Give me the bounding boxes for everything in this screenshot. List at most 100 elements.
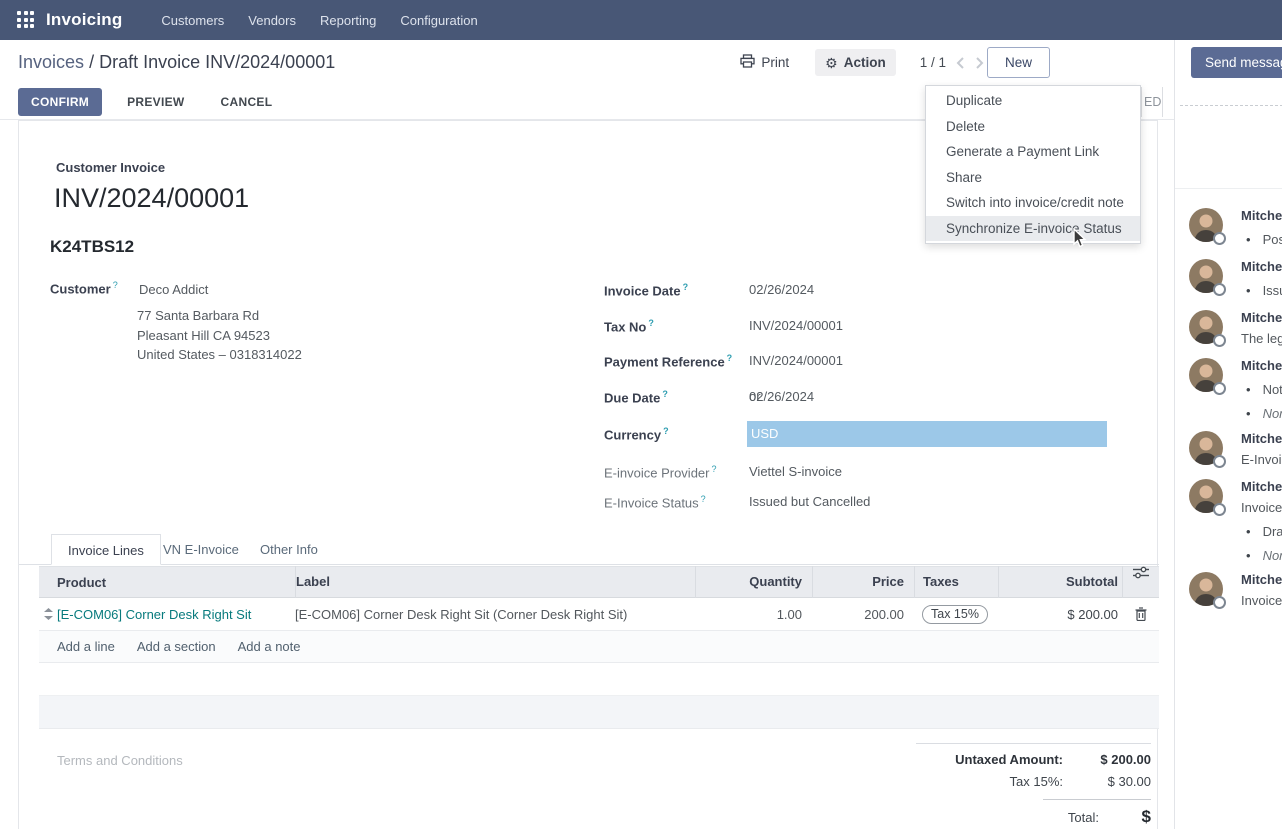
line-subtotal: $ 200.00 <box>998 607 1122 622</box>
header-product[interactable]: Product <box>57 567 295 598</box>
menu-item-generate-payment-link[interactable]: Generate a Payment Link <box>926 139 1140 165</box>
field-tax-no: Tax No? INV/2024/00001 <box>604 318 1149 338</box>
help-icon: ? <box>683 282 689 292</box>
mouse-cursor-icon <box>1068 228 1088 253</box>
chatter-divider-dashed <box>1180 105 1282 106</box>
top-navbar: Invoicing Customers Vendors Reporting Co… <box>0 0 1282 40</box>
add-a-line-link[interactable]: Add a line <box>57 639 115 654</box>
chatter-message: Mitchell •Post <box>1189 208 1282 247</box>
customer-label: Customer? <box>50 280 118 296</box>
line-label[interactable]: [E-COM06] Corner Desk Right Sit (Corner … <box>295 607 695 622</box>
invoicing-app: Invoicing Customers Vendors Reporting Co… <box>0 0 1282 829</box>
chevron-right-icon[interactable] <box>975 56 984 70</box>
avatar <box>1189 358 1223 392</box>
notebook-tabs: Invoice Lines VN E-Invoice Other Info <box>19 534 1159 565</box>
print-button[interactable]: Print <box>730 48 799 77</box>
chatter-panel: Send message Mitchell •Post Mitchell •Is… <box>1174 40 1282 829</box>
help-icon: ? <box>727 353 733 363</box>
menu-item-share[interactable]: Share <box>926 165 1140 191</box>
total-label: Total: <box>1043 810 1099 825</box>
cancel-button[interactable]: CANCEL <box>210 88 284 116</box>
confirm-button[interactable]: CONFIRM <box>18 88 102 116</box>
empty-line-row <box>39 696 1159 729</box>
avatar <box>1189 572 1223 606</box>
totals-block: Untaxed Amount: $ 200.00 Tax 15%: $ 30.0… <box>916 743 1151 829</box>
status-badge-icon <box>1213 382 1226 395</box>
tax-no-input[interactable]: INV/2024/00001 <box>749 318 843 333</box>
avatar <box>1189 310 1223 344</box>
add-a-note-link[interactable]: Add a note <box>238 639 301 654</box>
header-quantity[interactable]: Quantity <box>695 566 812 598</box>
chatter-message: Mitchell •Issue <box>1189 259 1282 298</box>
optional-columns-icon[interactable] <box>1122 566 1159 598</box>
invoice-number: INV/2024/00001 <box>54 183 249 214</box>
nav-item-customers[interactable]: Customers <box>149 2 236 39</box>
header-label[interactable]: Label <box>295 566 695 598</box>
menu-item-synchronize-einvoice-status[interactable]: Synchronize E-invoice Status <box>926 216 1140 242</box>
action-dropdown-menu: Duplicate Delete Generate a Payment Link… <box>925 85 1141 244</box>
apps-grid-icon[interactable] <box>17 11 35 29</box>
line-price[interactable]: 200.00 <box>812 607 914 622</box>
app-name[interactable]: Invoicing <box>46 10 122 30</box>
avatar <box>1189 431 1223 465</box>
nav-item-configuration[interactable]: Configuration <box>388 2 489 39</box>
header-taxes[interactable]: Taxes <box>914 566 998 598</box>
nav-item-vendors[interactable]: Vendors <box>236 2 308 39</box>
customer-name-field[interactable]: Deco Addict <box>139 282 208 297</box>
tab-invoice-lines[interactable]: Invoice Lines <box>51 534 161 565</box>
tab-vn-einvoice[interactable]: VN E-Invoice <box>147 534 255 565</box>
new-button[interactable]: New <box>987 47 1050 78</box>
chatter-message: Mitchell Invoice C <box>1189 572 1282 608</box>
invoice-line-row: [E-COM06] Corner Desk Right Sit [E-COM06… <box>39 598 1159 631</box>
line-quantity[interactable]: 1.00 <box>695 607 812 622</box>
menu-item-delete[interactable]: Delete <box>926 114 1140 140</box>
empty-line-row <box>39 663 1159 696</box>
nav-menu: Customers Vendors Reporting Configuratio… <box>149 2 489 39</box>
add-a-section-link[interactable]: Add a section <box>137 639 216 654</box>
breadcrumb-current: Draft Invoice INV/2024/00001 <box>99 52 335 72</box>
field-payment-reference: Payment Reference? INV/2024/00001 <box>604 353 1149 373</box>
drag-handle-icon[interactable] <box>39 608 57 620</box>
avatar <box>1189 259 1223 293</box>
invoice-reference[interactable]: K24TBS12 <box>50 237 134 257</box>
chatter-divider <box>1175 188 1282 189</box>
breadcrumb-invoices[interactable]: Invoices <box>18 52 84 72</box>
menu-item-switch-invoice-credit-note[interactable]: Switch into invoice/credit note <box>926 190 1140 216</box>
tab-other-info[interactable]: Other Info <box>244 534 334 565</box>
preview-button[interactable]: PREVIEW <box>116 88 195 116</box>
help-icon: ? <box>662 389 668 399</box>
nav-item-reporting[interactable]: Reporting <box>308 2 388 39</box>
line-product[interactable]: [E-COM06] Corner Desk Right Sit <box>57 607 251 622</box>
help-icon: ? <box>701 494 706 504</box>
field-due-date: Due Date? 02/26/2024 or Terms <box>604 389 1149 409</box>
status-badge-icon <box>1213 455 1226 468</box>
help-icon: ? <box>113 280 118 290</box>
avatar <box>1189 208 1223 242</box>
invoice-type-label: Customer Invoice <box>56 160 165 175</box>
header-subtotal[interactable]: Subtotal <box>998 566 1122 598</box>
send-message-button[interactable]: Send message <box>1191 47 1282 78</box>
status-badge-icon <box>1213 283 1226 296</box>
chatter-message: Mitchell Invoice w •Draf •None <box>1189 479 1282 563</box>
field-invoice-date: Invoice Date? 02/26/2024 <box>604 282 1149 302</box>
trash-icon[interactable] <box>1122 607 1159 621</box>
payment-reference-input[interactable]: INV/2024/00001 <box>749 353 843 368</box>
action-button[interactable]: ⚙ Action <box>815 49 896 76</box>
chevron-left-icon[interactable] <box>956 56 965 70</box>
untaxed-amount-label: Untaxed Amount: <box>941 752 1063 767</box>
header-price[interactable]: Price <box>812 566 914 598</box>
gear-icon: ⚙ <box>825 56 838 70</box>
terms-and-conditions-placeholder[interactable]: Terms and Conditions <box>57 753 183 768</box>
field-einvoice-provider: E-invoice Provider? Viettel S-invoice <box>604 464 1149 484</box>
untaxed-amount-value: $ 200.00 <box>1063 752 1151 767</box>
currency-input[interactable]: USD <box>747 421 1107 447</box>
menu-item-duplicate[interactable]: Duplicate <box>926 88 1140 114</box>
tax-value: $ 30.00 <box>1063 774 1151 789</box>
help-icon: ? <box>663 426 669 436</box>
einvoice-provider-value: Viettel S-invoice <box>749 464 842 479</box>
total-value: $ 230.00 <box>1099 807 1151 829</box>
breadcrumb-separator: / <box>89 52 94 72</box>
line-add-row: Add a line Add a section Add a note <box>39 631 1159 663</box>
invoice-date-input[interactable]: 02/26/2024 <box>749 282 814 297</box>
tax-badge[interactable]: Tax 15% <box>922 605 988 624</box>
